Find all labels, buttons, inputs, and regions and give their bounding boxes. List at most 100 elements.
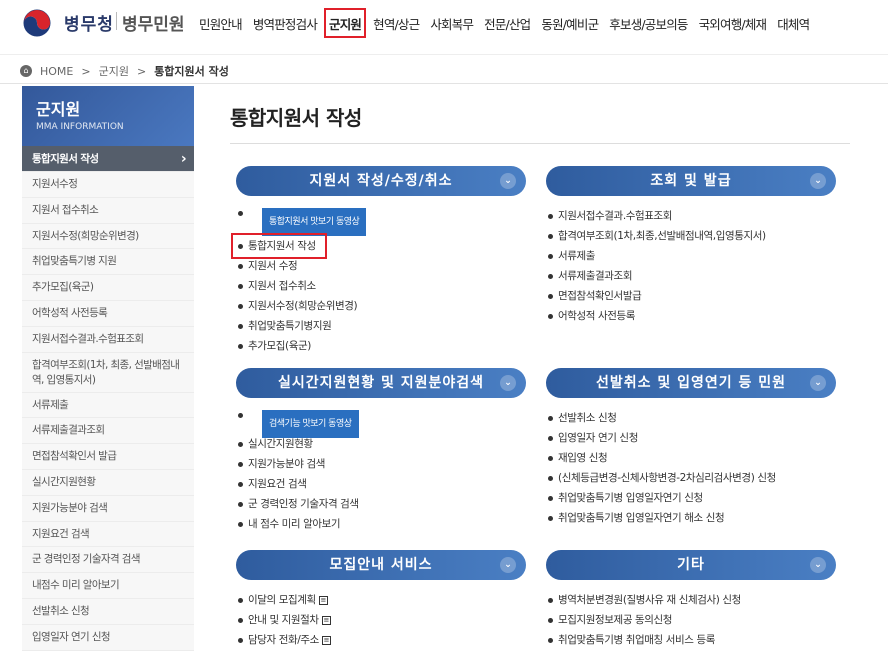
link-text[interactable]: 담당자 전화/주소 xyxy=(248,634,319,646)
sidebar-item[interactable]: 서류제출결과조회 xyxy=(22,418,194,445)
section-title: 선발취소 및 입영연기 등 민원 xyxy=(595,375,787,391)
sidebar-item[interactable]: 군 경력인정 기술자격 검색 xyxy=(22,547,194,574)
section-recruit-info: 모집안내 서비스 ⌄ 이달의 모집계획 ≡ 안내 및 지원절차 ≡ 담당자 전화/주… xyxy=(236,550,526,650)
link-text[interactable]: 이달의 모집계획 xyxy=(248,594,316,606)
sidebar-item[interactable]: 선발취소 신청 xyxy=(22,598,194,625)
link-item[interactable]: 취업맞춤특기병 취업매칭 서비스 등록 xyxy=(546,630,836,650)
link-item[interactable]: 추가모집(육군) xyxy=(236,336,526,356)
section-search: 실시간지원현황 및 지원분야검색 ⌄ 검색기능 맛보기 동영상 실시간지원현황 … xyxy=(236,368,526,534)
link-item[interactable]: 선발취소 신청 xyxy=(546,408,836,428)
link-item[interactable]: 지원가능분야 검색 xyxy=(236,454,526,474)
home-icon[interactable]: ⌂ xyxy=(20,65,32,77)
chevron-down-icon[interactable]: ⌄ xyxy=(810,557,826,573)
sidebar-item[interactable]: 지원요건 검색 xyxy=(22,521,194,548)
link-item[interactable]: 지원서접수결과.수험표조회 xyxy=(546,206,836,226)
gnb-item[interactable]: 사회복무 xyxy=(426,8,477,38)
chevron-down-icon[interactable]: ⌄ xyxy=(500,557,516,573)
sidebar-item[interactable]: 추가모집(육군) xyxy=(22,275,194,301)
link-item[interactable]: 어학성적 사전등록 xyxy=(546,306,836,326)
gnb-item[interactable]: 후보생/공보의등 xyxy=(605,8,691,38)
gnb-item[interactable]: 병역판정검사 xyxy=(249,8,321,38)
sidebar-item[interactable]: 지원서수정(희망순위변경) xyxy=(22,223,194,250)
link-item[interactable]: 취업맞춤특기병지원 xyxy=(236,316,526,336)
chevron-down-icon[interactable]: ⌄ xyxy=(810,375,826,391)
link-item[interactable]: 안내 및 지원절차 ≡ xyxy=(236,610,526,630)
link-item[interactable]: 서류제출결과조회 xyxy=(546,266,836,286)
sidebar-item[interactable]: 서류제출 xyxy=(22,392,194,419)
gnb-item[interactable]: 동원/예비군 xyxy=(537,8,602,38)
section-application: 지원서 작성/수정/취소 ⌄ 통합지원서 맛보기 동영상 통합지원서 작성 지원… xyxy=(231,166,526,356)
link-item[interactable]: 내 점수 미리 알아보기 xyxy=(236,514,526,534)
link-item[interactable]: 실시간지원현황 xyxy=(236,434,526,454)
sidebar-item[interactable]: 실시간지원현황 xyxy=(22,469,194,496)
document-icon: ≡ xyxy=(321,615,331,625)
gnb-item[interactable]: 현역/상근 xyxy=(369,8,423,38)
gnb-item[interactable]: 민원안내 xyxy=(195,8,246,38)
section-header[interactable]: 조회 및 발급 ⌄ xyxy=(546,166,836,196)
link-item[interactable]: 병역처분변경원(질병사유 재 신체검사) 신청 xyxy=(546,590,836,610)
top-header: 병무청 병무민원 민원안내 병역판정검사 군지원 현역/상근 사회복무 전문/산… xyxy=(0,0,888,50)
brand-name[interactable]: 병무청 xyxy=(64,10,114,35)
breadcrumb: ⌂ HOME > 군지원 > 통합지원서 작성 xyxy=(20,63,229,79)
gnb-item[interactable]: 대체역 xyxy=(773,8,813,38)
link-item[interactable]: 입영일자 연기 신청 xyxy=(546,428,836,448)
breadcrumb-home[interactable]: HOME xyxy=(40,65,73,78)
gnb-item[interactable]: 국외여행/체재 xyxy=(695,8,771,38)
sidebar-item-active[interactable]: 통합지원서 작성 xyxy=(22,146,194,172)
link-list: 실시간지원현황 지원가능분야 검색 지원요건 검색 군 경력인정 기술자격 검색… xyxy=(236,434,526,534)
section-header[interactable]: 기타 ⌄ xyxy=(546,550,836,580)
link-item[interactable]: 서류제출 xyxy=(546,246,836,266)
gnb-item[interactable]: 전문/산업 xyxy=(480,8,534,38)
section-title: 지원서 작성/수정/취소 xyxy=(309,173,453,189)
link-item[interactable]: 지원서수정(희망순위변경) xyxy=(236,296,526,316)
link-item[interactable]: 통합지원서 작성 xyxy=(231,233,526,259)
sidebar-item[interactable]: 면접참석확인서 발급 xyxy=(22,444,194,470)
link-item[interactable]: (신체등급변경-신체사항변경-2차심리검사변경) 신청 xyxy=(546,468,836,488)
breadcrumb-bar: ⌂ HOME > 군지원 > 통합지원서 작성 xyxy=(0,54,888,84)
link-item[interactable]: 취업맞춤특기병 입영일자연기 해소 신청 xyxy=(546,508,836,528)
section-cancel-defer: 선발취소 및 입영연기 등 민원 ⌄ 선발취소 신청 입영일자 연기 신청 재입… xyxy=(546,368,836,528)
link-item[interactable]: 지원서 수정 xyxy=(236,256,526,276)
global-nav: 민원안내 병역판정검사 군지원 현역/상근 사회복무 전문/산업 동원/예비군 … xyxy=(195,8,816,38)
sidebar-item[interactable]: 취업맞춤특기병 지원 xyxy=(22,249,194,276)
chevron-down-icon[interactable]: ⌄ xyxy=(500,375,516,391)
sidebar: 군지원 MMA INFORMATION 통합지원서 작성 지원서수정 지원서 접… xyxy=(22,86,194,651)
link-item[interactable]: 모집지원정보제공 동의신청 xyxy=(546,610,836,630)
highlighted-link[interactable]: 통합지원서 작성 xyxy=(231,233,327,259)
sidebar-item[interactable]: 지원서접수결과.수험표조회 xyxy=(22,326,194,353)
sidebar-header: 군지원 MMA INFORMATION xyxy=(22,86,194,146)
chevron-down-icon[interactable]: ⌄ xyxy=(500,173,516,189)
section-etc: 기타 ⌄ 병역처분변경원(질병사유 재 신체검사) 신청 모집지원정보제공 동의… xyxy=(546,550,836,650)
section-header[interactable]: 지원서 작성/수정/취소 ⌄ xyxy=(236,166,526,196)
link-text[interactable]: 안내 및 지원절차 xyxy=(248,614,319,626)
sidebar-item[interactable]: 내점수 미리 알아보기 xyxy=(22,573,194,599)
breadcrumb-sep: > xyxy=(136,64,147,78)
page-title: 통합지원서 작성 xyxy=(230,106,362,130)
chevron-down-icon[interactable]: ⌄ xyxy=(810,173,826,189)
sidebar-item[interactable]: 어학성적 사전등록 xyxy=(22,300,194,327)
gnb-item-active[interactable]: 군지원 xyxy=(324,8,367,38)
taegeuk-logo-icon[interactable] xyxy=(22,8,58,38)
video-button[interactable]: 통합지원서 맛보기 동영상 xyxy=(262,208,367,236)
section-header[interactable]: 실시간지원현황 및 지원분야검색 ⌄ xyxy=(236,368,526,398)
sidebar-item[interactable]: 지원가능분야 검색 xyxy=(22,495,194,522)
link-item[interactable]: 면접참석확인서발급 xyxy=(546,286,836,306)
link-item[interactable]: 이달의 모집계획 ≡ xyxy=(236,590,526,610)
link-item[interactable]: 지원서 접수취소 xyxy=(236,276,526,296)
sidebar-item[interactable]: 지원서 접수취소 xyxy=(22,197,194,224)
sidebar-item[interactable]: 지원서수정 xyxy=(22,172,194,198)
section-header[interactable]: 선발취소 및 입영연기 등 민원 ⌄ xyxy=(546,368,836,398)
section-title: 기타 xyxy=(677,557,705,573)
link-item[interactable]: 군 경력인정 기술자격 검색 xyxy=(236,494,526,514)
sidebar-item[interactable]: 합격여부조회(1차, 최종, 선발배점내역, 입영통지서) xyxy=(22,352,194,393)
section-header[interactable]: 모집안내 서비스 ⌄ xyxy=(236,550,526,580)
breadcrumb-mid[interactable]: 군지원 xyxy=(99,63,129,79)
link-item[interactable]: 지원요건 검색 xyxy=(236,474,526,494)
link-item[interactable]: 합격여부조회(1차,최종,선발배점내역,입영통지서) xyxy=(546,226,836,246)
link-item[interactable]: 재입영 신청 xyxy=(546,448,836,468)
link-item[interactable]: 취업맞춤특기병 입영일자연기 신청 xyxy=(546,488,836,508)
brand-sub[interactable]: 병무민원 xyxy=(122,10,185,35)
link-item[interactable]: 담당자 전화/주소 ≡ xyxy=(236,630,526,650)
sidebar-item[interactable]: 입영일자 연기 신청 xyxy=(22,624,194,651)
video-row: 검색기능 맛보기 동영상 xyxy=(236,410,526,438)
